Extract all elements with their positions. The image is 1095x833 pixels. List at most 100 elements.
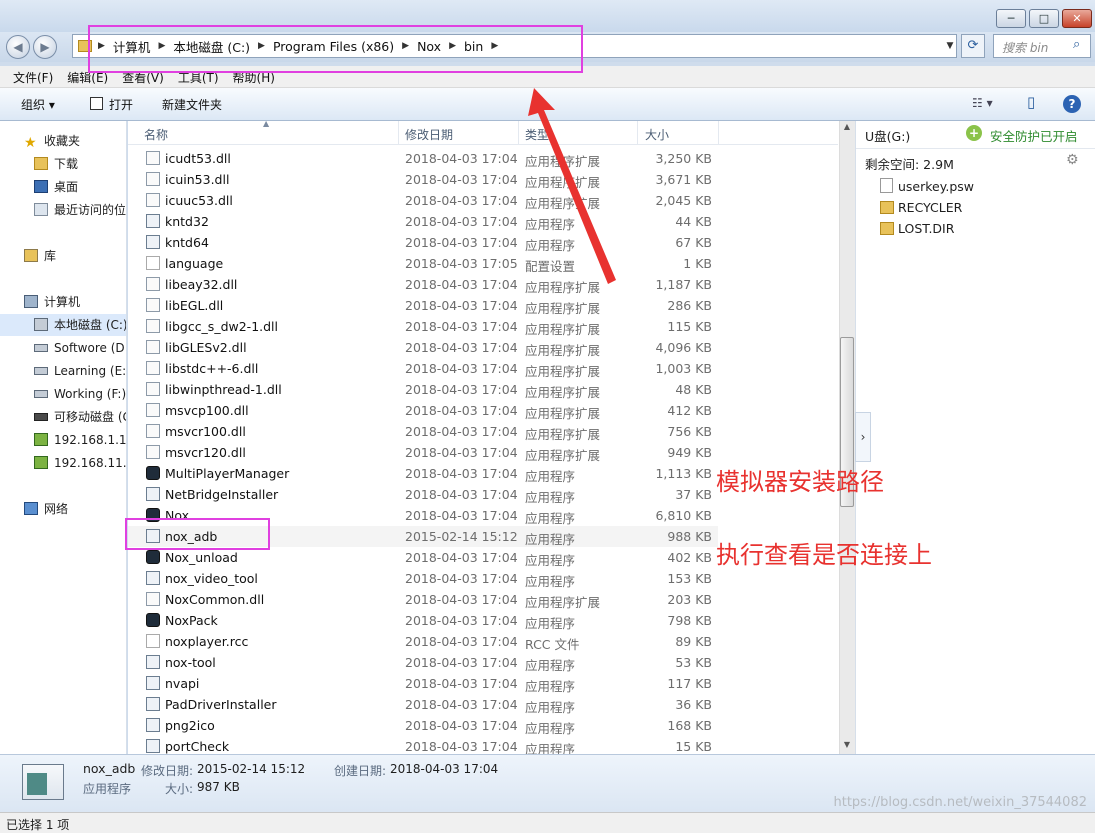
file-row[interactable]: NetBridgeInstaller 2018-04-03 17:04 应用程序 37…	[128, 484, 718, 505]
file-row[interactable]: libstdc++-6.dll 2018-04-03 17:04 应用程序扩展 1,0…	[128, 358, 718, 379]
file-row[interactable]: nox-tool 2018-04-03 17:04 应用程序 53 KB	[128, 652, 718, 673]
file-row[interactable]: MultiPlayerManager 2018-04-03 17:04 应用程序 1,…	[128, 463, 718, 484]
back-button[interactable]: ◀	[6, 35, 30, 59]
file-row[interactable]: portCheck 2018-04-03 17:04 应用程序 15 KB	[128, 736, 718, 754]
file-modified: 2018-04-03 17:04	[405, 508, 518, 523]
open-button[interactable]: 打开	[109, 96, 133, 113]
application-icon	[146, 697, 160, 711]
file-list: 名称 ▲ 修改日期 类型 大小 icudt53.dll 2018-04-03 17…	[128, 121, 855, 754]
file-size: 3,671 KB	[655, 172, 712, 187]
nav-downloads[interactable]: 下载	[0, 153, 126, 175]
file-modified: 2018-04-03 17:04	[405, 466, 518, 481]
file-row[interactable]: msvcr120.dll 2018-04-03 17:04 应用程序扩展 949 KB	[128, 442, 718, 463]
nav-libraries[interactable]: 库	[0, 245, 126, 267]
nav-computer[interactable]: 计算机	[0, 291, 126, 313]
drive-icon	[34, 344, 48, 352]
application-icon-graphic	[27, 773, 47, 795]
nav-recent[interactable]: 最近访问的位置	[0, 199, 126, 221]
shield-plus-icon: +	[966, 125, 982, 141]
file-row[interactable]: nox_video_tool 2018-04-03 17:04 应用程序 153 KB	[128, 568, 718, 589]
file-row[interactable]: NoxCommon.dll 2018-04-03 17:04 应用程序扩展 203 K…	[128, 589, 718, 610]
column-modified[interactable]: 修改日期	[405, 126, 453, 143]
file-row[interactable]: libEGL.dll 2018-04-03 17:04 应用程序扩展 286 KB	[128, 295, 718, 316]
column-headers: 名称 ▲ 修改日期 类型 大小	[128, 121, 838, 145]
preview-collapse-button[interactable]: ›	[855, 412, 871, 462]
maximize-button[interactable]: □	[1029, 9, 1059, 28]
file-type: 应用程序	[525, 490, 576, 505]
nav-favorites[interactable]: ★ 收藏夹	[0, 130, 126, 152]
file-name: nox_video_tool	[165, 571, 258, 586]
search-icon[interactable]: ⌕	[1073, 37, 1080, 52]
application-icon	[146, 718, 160, 732]
nav-desktop[interactable]: 桌面	[0, 176, 126, 198]
preview-item[interactable]: RECYCLER	[898, 200, 962, 215]
help-button[interactable]: ?	[1063, 95, 1081, 113]
file-row[interactable]: PadDriverInstaller 2018-04-03 17:04 应用程序 36…	[128, 694, 718, 715]
file-row[interactable]: msvcr100.dll 2018-04-03 17:04 应用程序扩展 756 KB	[128, 421, 718, 442]
file-name: msvcp100.dll	[165, 403, 249, 418]
file-type: 应用程序	[525, 553, 576, 568]
new-folder-button[interactable]: 新建文件夹	[162, 96, 222, 113]
file-row[interactable]: NoxPack 2018-04-03 17:04 应用程序 798 KB	[128, 610, 718, 631]
address-dropdown-icon[interactable]: ▼	[943, 37, 957, 55]
nav-network-drive-2[interactable]: 192.168.11.1	[0, 452, 126, 474]
nav-network[interactable]: 网络	[0, 498, 126, 520]
nav-drive-d[interactable]: Softwore (D:)	[0, 337, 126, 359]
nav-drive-f[interactable]: Working (F:)	[0, 383, 126, 405]
star-icon: ★	[24, 135, 37, 151]
scroll-up-icon[interactable]: ▲	[840, 122, 854, 131]
file-type: 应用程序	[525, 469, 576, 484]
column-name[interactable]: 名称	[144, 126, 168, 143]
file-type: 应用程序	[525, 532, 576, 547]
file-name: language	[165, 256, 224, 271]
status-bar: 已选择 1 项 https://blog.csdn.net/weixin_375…	[0, 795, 1095, 833]
file-size: 203 KB	[667, 592, 712, 607]
nav-drive-c[interactable]: 本地磁盘 (C:)	[0, 314, 126, 336]
file-name: kntd64	[165, 235, 209, 250]
protection-status[interactable]: 安全防护已开启	[990, 126, 1078, 145]
preview-item[interactable]: LOST.DIR	[898, 221, 954, 236]
preview-item[interactable]: userkey.psw	[898, 179, 974, 194]
nox-app-icon	[146, 550, 160, 564]
file-size: 402 KB	[667, 550, 712, 565]
close-button[interactable]: ✕	[1062, 9, 1092, 28]
column-size[interactable]: 大小	[645, 126, 669, 143]
preview-pane-button[interactable]: ▯	[1027, 93, 1035, 111]
scroll-down-icon[interactable]: ▼	[840, 740, 854, 749]
file-row[interactable]: libwinpthread-1.dll 2018-04-03 17:04 应用程序扩…	[128, 379, 718, 400]
file-size: 115 KB	[667, 319, 712, 334]
nav-label: 可移动磁盘 (G:)	[54, 410, 126, 424]
dll-file-icon	[146, 277, 160, 291]
organize-button[interactable]: 组织 ▾	[21, 96, 55, 113]
file-size: 1,187 KB	[655, 277, 712, 292]
file-row[interactable]: nvapi 2018-04-03 17:04 应用程序 117 KB	[128, 673, 718, 694]
file-modified: 2018-04-03 17:04	[405, 319, 518, 334]
nav-network-drive-1[interactable]: 192.168.1.12	[0, 429, 126, 451]
file-name: libwinpthread-1.dll	[165, 382, 282, 397]
file-row[interactable]: msvcp100.dll 2018-04-03 17:04 应用程序扩展 412 KB	[128, 400, 718, 421]
nav-removable-g[interactable]: 可移动磁盘 (G:)	[0, 406, 126, 428]
file-name: PadDriverInstaller	[165, 697, 277, 712]
application-icon	[146, 235, 160, 249]
file-row[interactable]: noxplayer.rcc 2018-04-03 17:04 RCC 文件 89 KB	[128, 631, 718, 652]
removable-drive-icon	[34, 413, 48, 421]
nav-drive-e[interactable]: Learning (E:)	[0, 360, 126, 382]
file-name: icudt53.dll	[165, 151, 231, 166]
file-size: 1 KB	[683, 256, 712, 271]
file-modified: 2018-04-03 17:04	[405, 340, 518, 355]
file-row[interactable]: libgcc_s_dw2-1.dll 2018-04-03 17:04 应用程序扩展…	[128, 316, 718, 337]
file-row[interactable]: Nox_unload 2018-04-03 17:04 应用程序 402 KB	[128, 547, 718, 568]
file-row[interactable]: png2ico 2018-04-03 17:04 应用程序 168 KB	[128, 715, 718, 736]
file-type: 应用程序扩展	[525, 322, 601, 337]
menu-file[interactable]: 文件(F)	[6, 66, 60, 87]
view-options-button[interactable]: ☷ ▾	[972, 96, 993, 110]
minimize-button[interactable]: ─	[996, 9, 1026, 28]
refresh-button[interactable]: ⟳	[961, 34, 985, 58]
file-name: NoxCommon.dll	[165, 592, 265, 607]
preview-pane: U盘(G:) + 安全防护已开启 剩余空间: 2.9M ⚙ userkey.ps…	[855, 121, 1095, 754]
forward-button[interactable]: ▶	[33, 35, 57, 59]
file-name: msvcr100.dll	[165, 424, 246, 439]
file-modified: 2018-04-03 17:04	[405, 382, 518, 397]
file-row[interactable]: libGLESv2.dll 2018-04-03 17:04 应用程序扩展 4,096…	[128, 337, 718, 358]
gear-icon[interactable]: ⚙	[1066, 152, 1079, 168]
